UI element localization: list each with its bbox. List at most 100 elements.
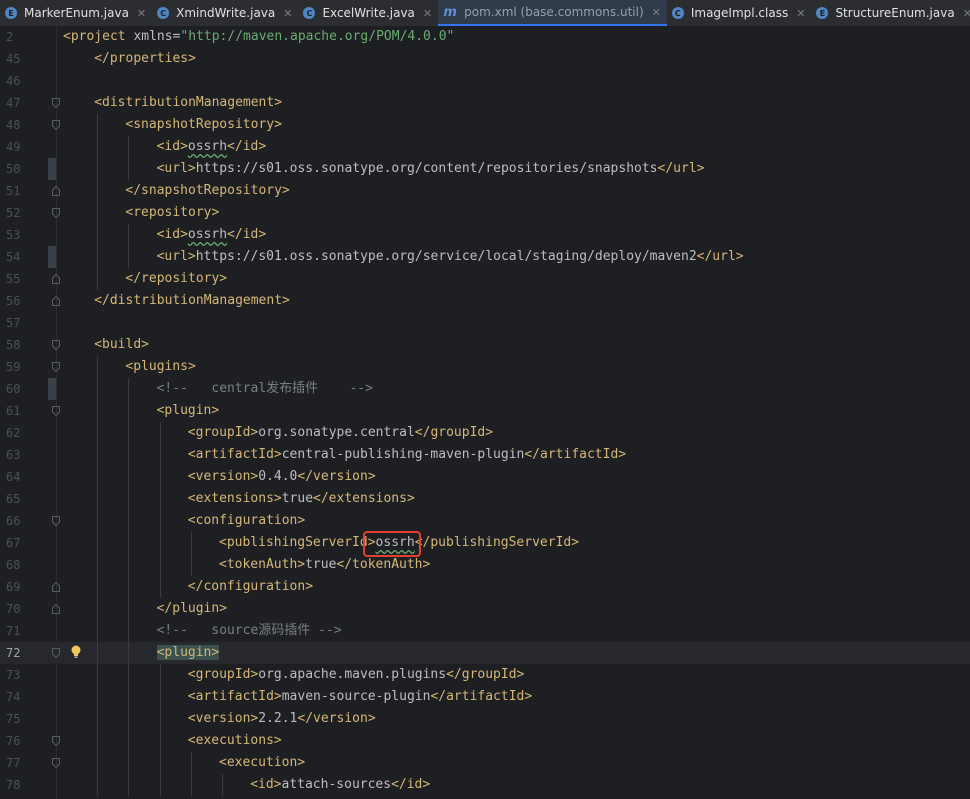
code-token: <snapshotRepository>	[125, 117, 282, 132]
code-line: 72 <plugin>	[0, 642, 970, 664]
indent-guide	[128, 554, 130, 576]
indent-guide	[159, 488, 161, 510]
indent-guide	[128, 378, 130, 400]
code-line: 47 <distributionManagement>	[0, 92, 970, 114]
intention-bulb-icon[interactable]	[70, 645, 82, 659]
code-text: <id>ossrh</id>	[157, 136, 267, 158]
indent-guide	[128, 708, 130, 730]
line-number: 65	[6, 492, 21, 506]
code-line: 61 <plugin>	[0, 400, 970, 422]
indent-guide	[97, 400, 99, 422]
fold-open-icon[interactable]	[52, 98, 60, 108]
tab-5[interactable]: E StructureEnum.java ✕	[811, 0, 970, 26]
tab-2[interactable]: C ExcelWrite.java ✕	[298, 0, 438, 26]
indent-guide	[97, 202, 99, 224]
maven-file-icon: m	[443, 4, 457, 20]
indent-guide	[128, 400, 130, 422]
fold-open-icon[interactable]	[52, 362, 60, 372]
tab-0[interactable]: E MarkerEnum.java ✕	[0, 0, 152, 26]
code-text: <repository>	[125, 202, 219, 224]
close-icon[interactable]: ✕	[283, 7, 292, 20]
tab-4[interactable]: C ImageImpl.class ✕	[667, 0, 812, 26]
indent-guide	[222, 774, 223, 796]
indent-guide	[97, 378, 99, 400]
line-number: 45	[6, 52, 21, 66]
fold-open-icon[interactable]	[52, 340, 60, 350]
fold-open-icon[interactable]	[52, 208, 60, 218]
indent-guide	[128, 246, 130, 268]
code-token: <artifactId>	[187, 447, 282, 462]
indent-guide	[190, 774, 192, 796]
line-number: 63	[6, 448, 21, 462]
indent-guide	[97, 158, 99, 180]
indent-guide	[128, 444, 130, 466]
indent-guide	[159, 708, 161, 730]
fold-close-icon[interactable]	[52, 582, 60, 592]
indent-guide	[97, 686, 99, 708]
code-token: xmlns	[133, 29, 173, 44]
fold-close-icon[interactable]	[52, 186, 60, 196]
code-token: </version>	[297, 469, 376, 484]
code-line: 64 <version>0.4.0</version>	[0, 466, 970, 488]
code-token: </version>	[297, 711, 376, 726]
fold-close-icon[interactable]	[52, 296, 60, 306]
line-number: 49	[6, 140, 21, 154]
indent-guide	[97, 752, 99, 774]
line-number: 69	[6, 580, 21, 594]
code-token: true	[305, 557, 337, 572]
code-text: <artifactId>central-publishing-maven-plu…	[188, 444, 626, 466]
fold-open-icon[interactable]	[52, 758, 60, 768]
code-editor[interactable]: 2 <project xmlns="http://maven.apache.org…	[0, 26, 970, 799]
line-number: 71	[6, 624, 21, 638]
fold-open-icon[interactable]	[52, 648, 60, 658]
line-number: 75	[6, 712, 21, 726]
indent-guide	[128, 730, 130, 752]
fold-open-icon[interactable]	[52, 120, 60, 130]
code-token: </configuration>	[187, 579, 314, 594]
code-line: 62 <groupId>org.sonatype.central</groupId…	[0, 422, 970, 444]
fold-open-icon[interactable]	[52, 516, 60, 526]
indent-guide	[128, 620, 130, 642]
line-number: 2	[6, 30, 14, 44]
code-token: <plugins>	[125, 359, 196, 374]
close-icon[interactable]: ✕	[963, 7, 970, 20]
code-token: <repository>	[125, 205, 220, 220]
tab-3[interactable]: m pom.xml (base.commons.util) ✕	[438, 0, 667, 26]
indent-guide	[159, 774, 161, 796]
code-line: 68 <tokenAuth>true</tokenAuth>	[0, 554, 970, 576]
code-line: 69 </configuration>	[0, 576, 970, 598]
code-line: 55 </repository>	[0, 268, 970, 290]
close-icon[interactable]: ✕	[423, 7, 432, 20]
code-text: <version>0.4.0</version>	[188, 466, 376, 488]
indent-guide	[97, 598, 99, 620]
fold-open-icon[interactable]	[52, 736, 60, 746]
tab-1[interactable]: C XmindWrite.java ✕	[152, 0, 298, 26]
line-number: 74	[6, 690, 21, 704]
class-file-icon: C	[671, 7, 684, 19]
code-text: <plugins>	[125, 356, 195, 378]
code-token: <id>	[250, 777, 282, 792]
indent-guide	[97, 136, 99, 158]
indent-guide	[97, 224, 99, 246]
close-icon[interactable]: ✕	[652, 6, 661, 19]
tab-label: StructureEnum.java	[835, 6, 955, 20]
code-text: <id>attach-sources</id>	[250, 774, 430, 796]
indent-guide	[128, 642, 130, 664]
close-icon[interactable]: ✕	[137, 7, 146, 20]
indent-guide	[97, 774, 99, 796]
tab-label: ImageImpl.class	[690, 6, 789, 20]
indent-guide	[159, 664, 161, 686]
indent-guide	[97, 642, 99, 664]
indent-guide	[128, 774, 130, 796]
fold-close-icon[interactable]	[52, 274, 60, 284]
fold-open-icon[interactable]	[52, 406, 60, 416]
code-token: <!-- central发布插件 -->	[156, 381, 373, 396]
close-icon[interactable]: ✕	[796, 7, 805, 20]
fold-close-icon[interactable]	[52, 604, 60, 614]
indent-guide	[128, 686, 130, 708]
indent-guide	[97, 620, 99, 642]
indent-guide	[159, 422, 161, 444]
line-number: 57	[6, 316, 21, 330]
code-text: <extensions>true</extensions>	[188, 488, 415, 510]
code-line: 75 <version>2.2.1</version>	[0, 708, 970, 730]
